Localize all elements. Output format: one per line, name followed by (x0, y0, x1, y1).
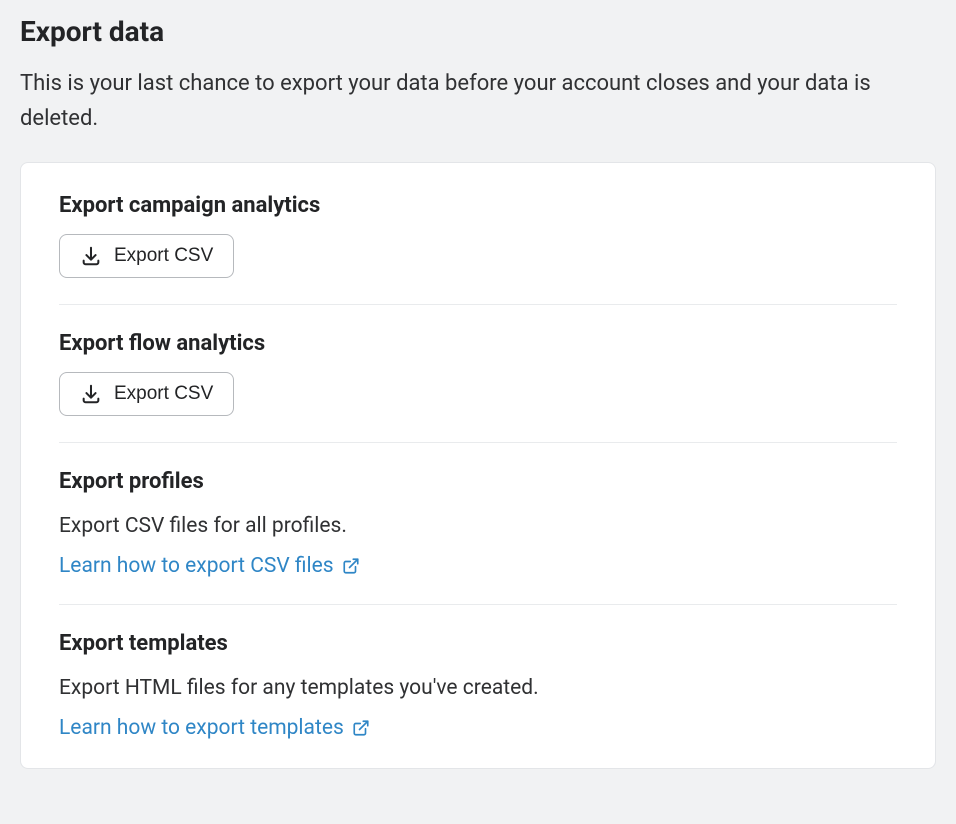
section-templates: Export templates Export HTML files for a… (59, 604, 897, 740)
download-icon (80, 383, 102, 405)
export-csv-flow-button[interactable]: Export CSV (59, 372, 234, 416)
section-campaign-analytics: Export campaign analytics Export CSV (59, 193, 897, 278)
export-card: Export campaign analytics Export CSV Exp… (20, 162, 936, 768)
learn-export-csv-link[interactable]: Learn how to export CSV files (59, 554, 360, 578)
section-description: Export HTML files for any templates you'… (59, 672, 897, 706)
button-label: Export CSV (114, 383, 213, 405)
link-label: Learn how to export templates (59, 716, 344, 740)
external-link-icon (352, 719, 370, 737)
section-title: Export campaign analytics (59, 193, 897, 218)
external-link-icon (342, 557, 360, 575)
page-title: Export data (20, 15, 936, 48)
section-title: Export flow analytics (59, 331, 897, 356)
link-label: Learn how to export CSV files (59, 554, 334, 578)
export-csv-campaign-button[interactable]: Export CSV (59, 234, 234, 278)
page-subtitle: This is your last chance to export your … (20, 66, 900, 136)
learn-export-templates-link[interactable]: Learn how to export templates (59, 716, 370, 740)
section-title: Export templates (59, 631, 897, 656)
button-label: Export CSV (114, 245, 213, 267)
section-flow-analytics: Export flow analytics Export CSV (59, 304, 897, 416)
section-title: Export profiles (59, 469, 897, 494)
download-icon (80, 245, 102, 267)
section-description: Export CSV files for all profiles. (59, 510, 897, 544)
section-profiles: Export profiles Export CSV files for all… (59, 442, 897, 578)
